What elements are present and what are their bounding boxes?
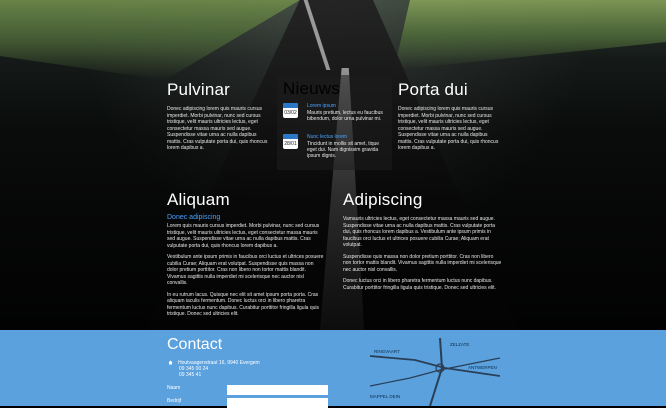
company-label: Bedrijf [167,398,182,404]
aliquam-paragraph-1: Lorem quis mauris cursus imperdiet. Morb… [167,223,320,249]
contact-phone-2: 09 345 41 [179,372,202,378]
calendar-icon: 03/02 [283,103,298,118]
name-label: Naam [167,385,181,391]
map-label-zelzate: ZELZATE [450,342,469,347]
news-title[interactable]: Nunc lectus lorem [307,134,347,140]
aliquam-heading: Aliquam [167,190,230,209]
adipiscing-paragraph-3: Donec luctus orci in libero pharetra fer… [343,278,496,291]
map-label-mappel-dein: MAPPEL DEIN [370,394,400,399]
adipiscing-column: Adipiscing Vamauris ultricies lectus, eg… [343,190,503,291]
company-input[interactable] [227,398,328,408]
adipiscing-paragraph-2: Suspendisse quis massa non dolor pretium… [343,253,502,273]
aliquam-paragraph-2: Vestibulum ante ipsum primis in faucibus… [167,254,324,286]
pulvinar-heading: Pulvinar [167,80,231,99]
news-title[interactable]: Lorem ipsum [307,103,336,109]
news-date: 03/02 [284,110,297,116]
news-date: 28/01 [284,141,297,147]
porta-column: Porta dui Donec adipiscing lorem quis ma… [398,80,503,152]
news-body: Mauris pretium, lectus eu faucibus biben… [307,110,383,122]
pulvinar-column: Pulvinar Donec adipiscing lorem quis mau… [167,80,272,152]
contact-heading: Contact [167,336,223,353]
home-icon [168,360,173,365]
map-label-antwerpen: ANTWERPEN [468,365,497,370]
calendar-icon: 28/01 [283,134,298,149]
adipiscing-paragraph-1: Vamauris ultricies lectus, eget consecte… [343,216,496,248]
name-input[interactable] [227,385,328,395]
porta-heading: Porta dui [398,80,468,99]
location-map: ZELZATE RINGVAART ANTWERPEN MAPPEL DEIN [370,338,500,406]
aliquam-column: Aliquam Donec adipiscing Lorem quis maur… [167,190,325,318]
news-panel: Nieuws 03/02 Lorem ipsum Mauris pretium,… [277,75,392,170]
aliquam-subheading: Donec adipiscing [167,214,221,221]
news-body: Tincidunt in mollis sit amet, tique eget… [307,141,380,159]
contact-address-block: Houtvaagenstraat 16, 9940 Evergem 09 345… [178,360,260,378]
map-label-ringvaart: RINGVAART [374,349,400,354]
contact-section: Contact Houtvaagenstraat 16, 9940 Everge… [0,330,666,408]
adipiscing-heading: Adipiscing [343,190,423,209]
news-heading: Nieuws [283,79,340,98]
porta-text: Donec adipiscing lorem quis mauris cursu… [398,106,499,151]
aliquam-paragraph-3: In eu rutrum lacus. Quisque nec elit sit… [167,291,320,318]
pulvinar-text: Donec adipiscing lorem quis mauris cursu… [167,106,268,151]
